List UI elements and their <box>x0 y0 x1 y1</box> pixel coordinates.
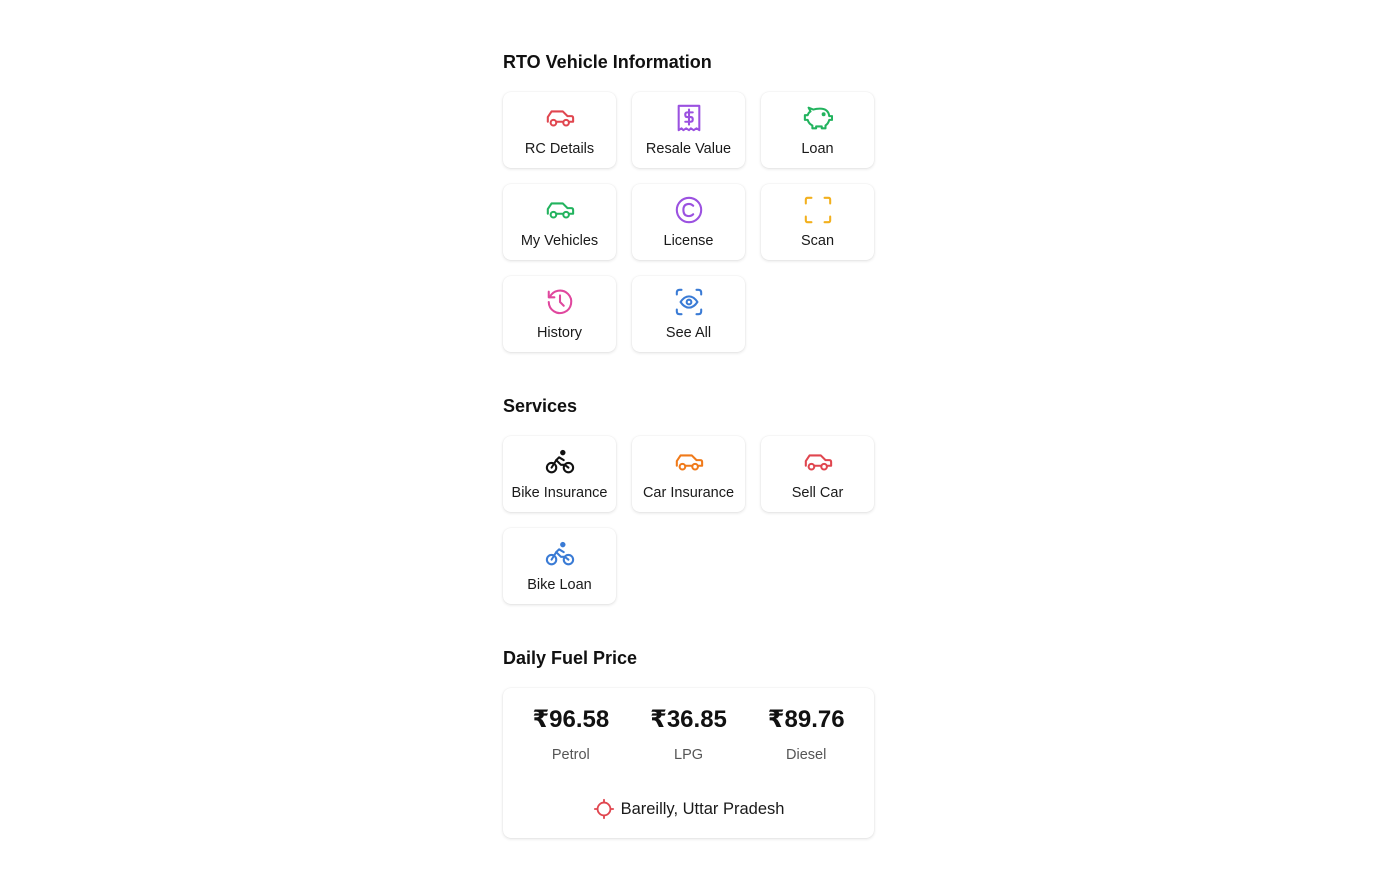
tile-label: See All <box>665 325 712 341</box>
fuel-location[interactable]: Bareilly, Uttar Pradesh <box>503 798 874 820</box>
crosshair-icon <box>593 798 614 820</box>
tile-bike-insurance[interactable]: Bike Insurance <box>503 436 616 512</box>
tile-label: RC Details <box>524 141 595 157</box>
services-grid: Bike Insurance Car Insurance Sell Car Bi… <box>503 436 874 604</box>
tile-rc-details[interactable]: RC Details <box>503 92 616 168</box>
fuel-price-value: ₹89.76 <box>767 706 845 733</box>
rto-grid: RC Details Resale Value Loan My Vehicles… <box>503 92 874 352</box>
tile-sell-car[interactable]: Sell Car <box>761 436 874 512</box>
tile-history[interactable]: History <box>503 276 616 352</box>
tile-label: License <box>663 233 714 249</box>
tile-label: Scan <box>800 233 835 249</box>
tile-label: Sell Car <box>791 485 844 501</box>
fuel-price-row: ₹96.58 Petrol ₹36.85 LPG ₹89.76 Diesel <box>512 705 865 763</box>
scan-icon <box>802 194 834 226</box>
tile-label: History <box>536 325 583 341</box>
car-icon <box>673 446 705 478</box>
tile-scan[interactable]: Scan <box>761 184 874 260</box>
fuel-price-value: ₹96.58 <box>532 706 610 733</box>
fuel-item-diesel: ₹89.76 Diesel <box>747 705 865 763</box>
tile-label: My Vehicles <box>520 233 599 249</box>
tile-label: Resale Value <box>645 141 732 157</box>
car-icon <box>544 194 576 226</box>
tile-label: Bike Insurance <box>511 485 608 501</box>
eye-icon <box>673 286 705 318</box>
tile-see-all[interactable]: See All <box>632 276 745 352</box>
car-icon <box>802 446 834 478</box>
tile-label: Bike Loan <box>527 577 592 593</box>
fuel-item-lpg: ₹36.85 LPG <box>630 705 748 763</box>
tile-license[interactable]: License <box>632 184 745 260</box>
car-icon <box>544 102 576 134</box>
rto-section-title: RTO Vehicle Information <box>503 52 712 72</box>
copyright-icon <box>673 194 705 226</box>
tile-bike-loan[interactable]: Bike Loan <box>503 528 616 604</box>
tile-resale-value[interactable]: Resale Value <box>632 92 745 168</box>
tile-my-vehicles[interactable]: My Vehicles <box>503 184 616 260</box>
fuel-price-card[interactable]: ₹96.58 Petrol ₹36.85 LPG ₹89.76 Diesel B… <box>503 688 874 838</box>
piggy-bank-icon <box>802 102 834 134</box>
history-icon <box>544 286 576 318</box>
tile-car-insurance[interactable]: Car Insurance <box>632 436 745 512</box>
fuel-price-value: ₹36.85 <box>650 706 727 733</box>
bike-icon <box>544 446 576 478</box>
receipt-dollar-icon <box>673 102 705 134</box>
services-section-title: Services <box>503 396 578 416</box>
tile-loan[interactable]: Loan <box>761 92 874 168</box>
fuel-type-label: Diesel <box>786 747 827 763</box>
location-text: Bareilly, Uttar Pradesh <box>620 799 785 818</box>
fuel-type-label: LPG <box>674 747 704 763</box>
bike-icon <box>544 538 576 570</box>
fuel-item-petrol: ₹96.58 Petrol <box>512 705 630 763</box>
fuel-type-label: Petrol <box>551 747 590 763</box>
fuel-section-title: Daily Fuel Price <box>503 648 638 668</box>
tile-label: Car Insurance <box>642 485 735 501</box>
tile-label: Loan <box>801 141 834 157</box>
